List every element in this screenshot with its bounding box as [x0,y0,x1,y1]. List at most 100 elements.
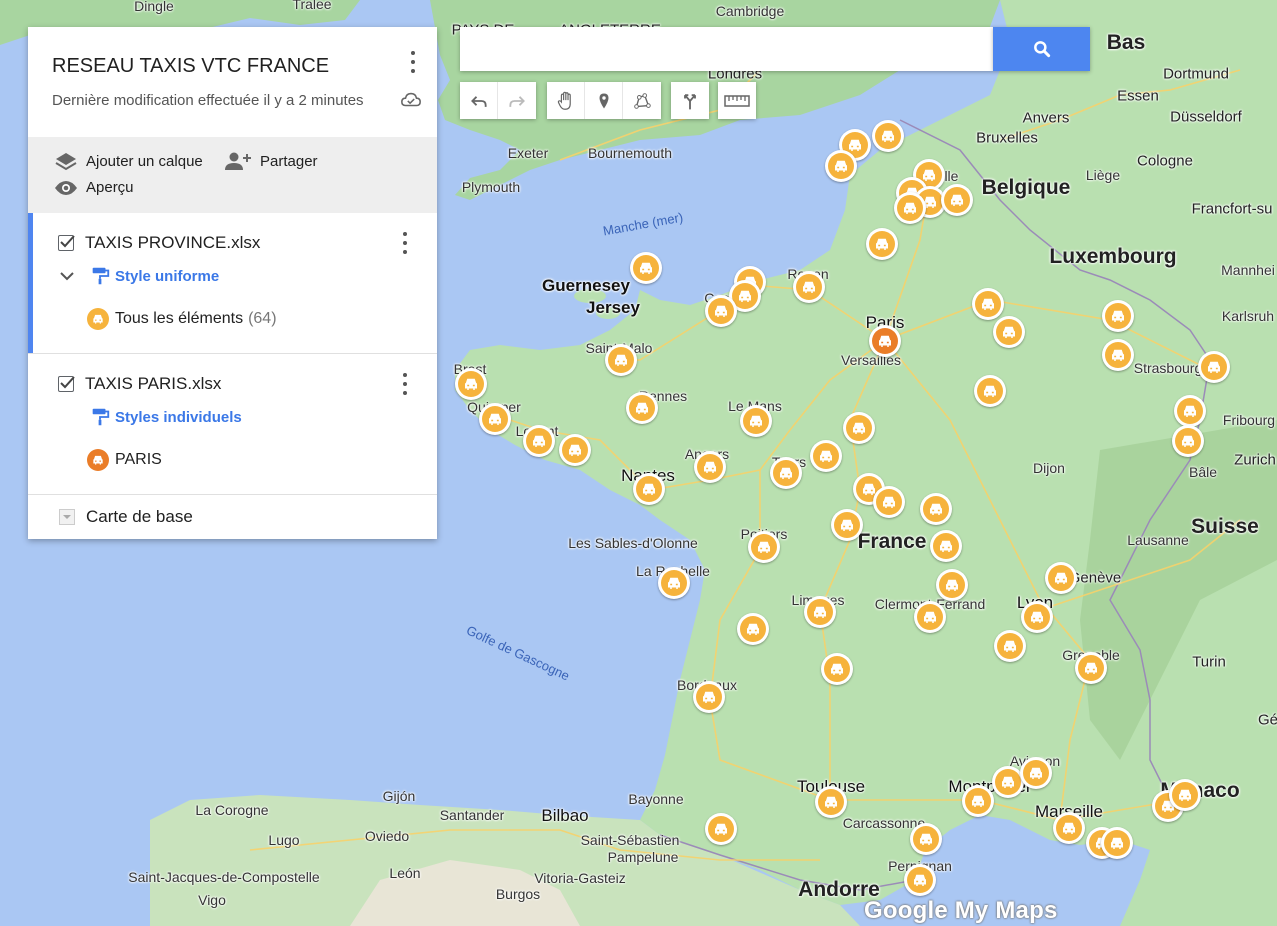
measure-button[interactable] [718,82,756,119]
province-taxi-marker[interactable] [633,473,665,505]
province-taxi-marker[interactable] [1075,652,1107,684]
province-taxi-marker[interactable] [705,813,737,845]
province-taxi-marker[interactable] [479,403,511,435]
province-taxi-marker[interactable] [930,530,962,562]
cloud-saved-icon [401,92,421,107]
taxi-icon [1024,604,1050,630]
province-taxi-marker[interactable] [1053,812,1085,844]
province-taxi-marker[interactable] [941,184,973,216]
province-taxi-marker[interactable] [605,344,637,376]
province-taxi-marker[interactable] [821,653,853,685]
province-taxi-marker[interactable] [914,601,946,633]
province-taxi-marker[interactable] [770,457,802,489]
taxi-icon [1104,830,1130,856]
province-taxi-marker[interactable] [740,405,772,437]
basemap-toggle[interactable]: Carte de base [59,507,193,527]
province-taxi-marker[interactable] [559,434,591,466]
marker-icon [599,93,608,108]
province-taxi-marker[interactable] [936,569,968,601]
layer-province-all-items[interactable]: Tous les éléments (64) [87,308,277,330]
draw-line-button[interactable] [623,82,661,119]
layer-paris-options[interactable] [395,371,415,397]
province-taxi-marker[interactable] [1102,300,1134,332]
province-taxi-marker[interactable] [910,823,942,855]
taxi-icon [773,460,799,486]
province-taxi-marker[interactable] [810,440,842,472]
province-taxi-marker[interactable] [904,864,936,896]
province-taxi-marker[interactable] [972,288,1004,320]
province-taxi-marker[interactable] [658,567,690,599]
search-input[interactable] [460,27,993,71]
province-taxi-marker[interactable] [974,375,1006,407]
province-taxi-marker[interactable] [1101,827,1133,859]
map-title[interactable]: RESEAU TAXIS VTC FRANCE [52,55,329,78]
province-taxi-marker[interactable] [804,596,836,628]
province-taxi-marker[interactable] [962,785,994,817]
layer-paris-item-label: PARIS [115,451,162,468]
province-taxi-marker[interactable] [737,613,769,645]
province-taxi-marker[interactable] [825,150,857,182]
layer-paris-style-link[interactable]: Styles individuels [89,406,242,428]
paris-taxi-marker[interactable] [869,325,901,357]
taxi-icon [482,406,508,432]
layer-paris-title[interactable]: TAXIS PARIS.xlsx [85,374,221,394]
province-taxi-marker[interactable] [1020,757,1052,789]
last-modified-text: Dernière modification effectuée il y a 2… [52,92,364,109]
province-taxi-marker[interactable] [872,120,904,152]
add-layer-button[interactable]: Ajouter un calque [54,151,203,171]
map-options-button[interactable] [403,49,423,75]
taxi-icon [1105,303,1131,329]
province-taxi-marker[interactable] [694,451,726,483]
province-taxi-marker[interactable] [1169,779,1201,811]
taxi-icon [875,123,901,149]
pan-tool-button[interactable] [547,82,585,119]
province-taxi-marker[interactable] [1021,601,1053,633]
province-taxi-marker[interactable] [523,425,555,457]
province-taxi-marker[interactable] [705,295,737,327]
layer-province-title[interactable]: TAXIS PROVINCE.xlsx [85,233,260,253]
province-taxi-marker[interactable] [873,486,905,518]
chevron-down-icon[interactable] [59,270,75,282]
taxi-icon [828,153,854,179]
province-taxi-marker[interactable] [920,493,952,525]
layer-paris-item[interactable]: PARIS [87,449,162,471]
layer-paris-checkbox[interactable] [58,376,75,392]
layers-icon [55,153,77,171]
province-taxi-marker[interactable] [626,392,658,424]
province-taxi-marker[interactable] [815,786,847,818]
province-taxi-marker[interactable] [994,630,1026,662]
province-taxi-marker[interactable] [630,252,662,284]
taxi-icon [977,378,1003,404]
layer-paris[interactable]: TAXIS PARIS.xlsx Styles individuels PARI… [28,354,437,494]
province-taxi-marker[interactable] [831,509,863,541]
province-taxi-marker[interactable] [993,316,1025,348]
layer-province-style-link[interactable]: Style uniforme [89,265,219,287]
province-taxi-marker[interactable] [866,228,898,260]
province-taxi-marker[interactable] [843,412,875,444]
taxi-icon [996,319,1022,345]
search-button[interactable] [993,27,1090,71]
province-taxi-marker[interactable] [1102,339,1134,371]
province-taxi-marker[interactable] [793,271,825,303]
province-taxi-marker[interactable] [1172,425,1204,457]
layer-province[interactable]: TAXIS PROVINCE.xlsx Style uniforme Tous … [28,213,437,353]
taxi-icon [1172,782,1198,808]
layer-province-checkbox[interactable] [58,235,75,251]
province-taxi-marker[interactable] [693,681,725,713]
layer-province-options[interactable] [395,230,415,256]
taxi-icon [1056,815,1082,841]
undo-button[interactable] [460,82,498,119]
preview-button[interactable]: Aperçu [54,179,134,196]
taxi-icon [796,274,822,300]
province-taxi-marker[interactable] [455,368,487,400]
add-marker-button[interactable] [585,82,623,119]
province-taxi-marker[interactable] [748,531,780,563]
province-taxi-marker[interactable] [1198,351,1230,383]
province-taxi-marker[interactable] [1045,562,1077,594]
share-button[interactable]: Partager [224,151,318,171]
share-label: Partager [260,152,318,170]
province-taxi-marker[interactable] [1174,395,1206,427]
province-taxi-marker[interactable] [894,192,926,224]
redo-button[interactable] [498,82,536,119]
directions-button[interactable] [671,82,709,119]
